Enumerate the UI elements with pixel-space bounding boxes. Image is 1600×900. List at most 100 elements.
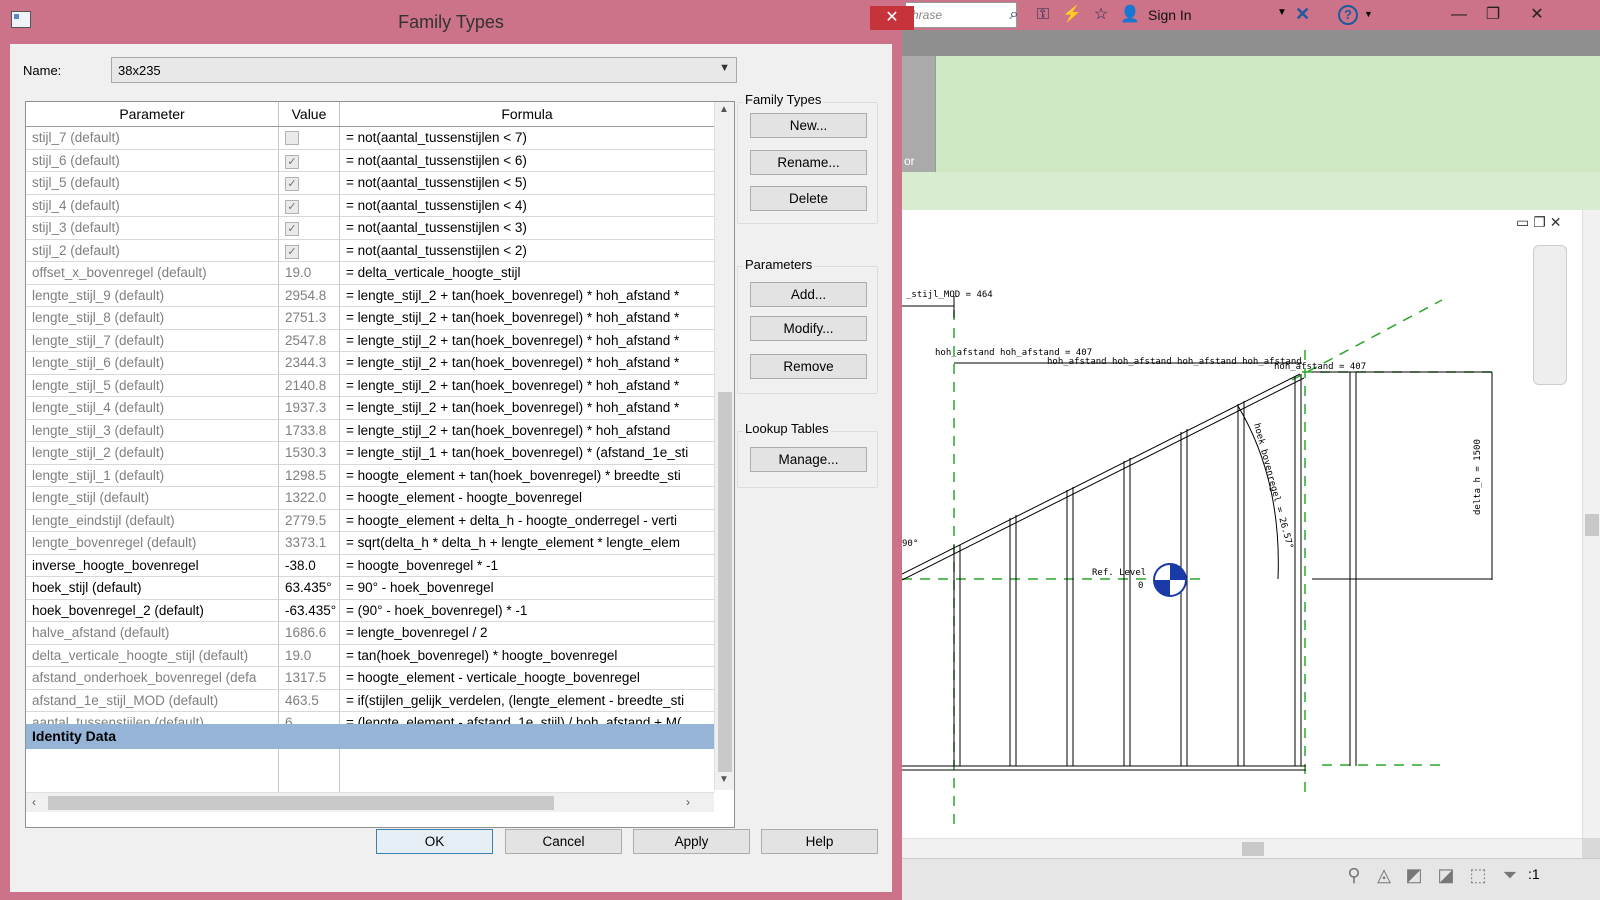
sign-in-link[interactable]: Sign In [1148,7,1192,23]
parameter-name-cell[interactable]: lengte_stijl (default) [26,487,279,509]
pin-icon[interactable]: ⚲ [1342,863,1366,887]
parameter-name-cell[interactable]: stijl_5 (default) [26,172,279,194]
binoculars-icon[interactable]: ⌕ [1004,5,1024,25]
help-button[interactable]: Help [761,829,878,854]
parameter-formula-cell[interactable]: = hoogte_bovenregel * -1 [340,555,714,577]
apply-button[interactable]: Apply [633,829,750,854]
parameter-value-cell[interactable]: 2751.3 [279,307,340,329]
parameter-formula-cell[interactable]: = not(aantal_tussenstijlen < 2) [340,240,714,262]
underlay-select-icon[interactable]: ◩ [1402,863,1426,887]
parameter-value-cell[interactable]: ✓ [279,194,340,217]
parameter-name-cell[interactable]: afstand_1e_stijl_MOD (default) [26,689,279,712]
parameter-value-cell[interactable]: 2140.8 [279,374,340,397]
parameter-row[interactable]: lengte_stijl_5 (default) 2140.8 = lengte_s… [26,374,714,397]
parameter-name-cell[interactable]: stijl_2 (default) [26,239,279,262]
parameter-name-cell[interactable]: lengte_stijl_9 (default) [26,284,279,307]
parameter-value-cell[interactable]: 1530.3 [279,442,340,464]
parameter-checkbox[interactable]: ✓ [285,154,299,169]
parameter-value-cell[interactable]: ✓ [279,172,340,194]
parameter-value-cell[interactable]: 19.0 [279,262,340,284]
grid-horizontal-scrollbar[interactable]: ‹ › [26,792,714,812]
parameter-value-cell[interactable]: 63.435° [279,577,340,599]
parameter-formula-cell[interactable]: = sqrt(delta_h * delta_h + lengte_elemen… [340,532,714,554]
cancel-button[interactable]: Cancel [505,829,622,854]
key-icon[interactable]: ⚿ [1033,5,1053,25]
column-header-formula[interactable]: Formula [340,102,714,126]
parameter-formula-cell[interactable]: = lengte_stijl_2 + tan(hoek_bovenregel) … [340,330,714,352]
parameter-formula-cell[interactable]: = lengte_stijl_2 + tan(hoek_bovenregel) … [340,352,714,374]
parameter-formula-cell[interactable]: = lengte_stijl_2 + tan(hoek_bovenregel) … [340,375,714,397]
delete-type-button[interactable]: Delete [750,186,867,211]
parameter-name-cell[interactable]: stijl_4 (default) [26,194,279,217]
parameter-formula-cell[interactable]: = not(aantal_tussenstijlen < 6) [340,150,714,172]
parameter-name-cell[interactable]: lengte_stijl_8 (default) [26,307,279,329]
parameter-row[interactable]: stijl_5 (default) ✓ = not(aantal_tussensti… [26,172,714,195]
parameter-formula-cell[interactable]: = not(aantal_tussenstijlen < 3) [340,217,714,239]
parameter-value-cell[interactable]: 2954.8 [279,284,340,307]
parameter-name-cell[interactable]: lengte_stijl_6 (default) [26,352,279,374]
parameter-row[interactable]: hoek_stijl (default) 63.435° = 90° - hoek_… [26,577,714,600]
help-icon[interactable]: ? [1338,5,1358,25]
parameter-value-cell[interactable]: 1317.5 [279,667,340,689]
remove-parameter-button[interactable]: Remove [750,354,867,379]
parameter-name-cell[interactable]: offset_x_bovenregel (default) [26,262,279,284]
parameter-checkbox[interactable]: ✓ [285,177,299,191]
parameter-formula-cell[interactable]: = lengte_stijl_2 + tan(hoek_bovenregel) … [340,420,714,442]
view-hscroll-thumb[interactable] [1242,842,1264,856]
rename-type-button[interactable]: Rename... [750,150,867,175]
modify-parameter-button[interactable]: Modify... [750,316,867,341]
parameter-value-cell[interactable]: 2779.5 [279,509,340,532]
parameter-formula-cell[interactable]: = hoogte_element - verticale_hoogte_bove… [340,667,714,689]
link-select-icon[interactable]: ◬ [1372,863,1396,887]
grid-vertical-scrollbar[interactable]: ▲ ▼ [714,102,734,790]
view-horizontal-scrollbar[interactable] [902,838,1582,858]
parameter-formula-cell[interactable]: = not(aantal_tussenstijlen < 4) [340,195,714,217]
parameter-checkbox[interactable]: ✓ [285,244,299,259]
parameter-name-cell[interactable]: lengte_eindstijl (default) [26,509,279,532]
scroll-left-icon[interactable]: ‹ [32,795,36,809]
parameter-row[interactable]: offset_x_bovenregel (default) 19.0 = delta… [26,262,714,285]
chevron-down-icon[interactable]: ▼ [719,62,730,74]
parameter-row[interactable]: lengte_stijl_6 (default) 2344.3 = lengte_s… [26,352,714,375]
parameter-name-cell[interactable]: lengte_stijl_2 (default) [26,442,279,464]
parameter-value-cell[interactable]: 1733.8 [279,419,340,442]
parameter-formula-cell[interactable]: = lengte_bovenregel / 2 [340,622,714,644]
parameter-formula-cell[interactable]: = hoogte_element + delta_h - hoogte_onde… [340,510,714,532]
parameter-formula-cell[interactable]: = not(aantal_tussenstijlen < 5) [340,172,714,194]
parameter-name-cell[interactable]: lengte_stijl_1 (default) [26,464,279,487]
parameter-row[interactable]: inverse_hoogte_bovenregel -38.0 = hoogte_b… [26,554,714,577]
parameter-row[interactable]: afstand_1e_stijl_MOD (default) 463.5 = if(… [26,689,714,712]
parameter-row[interactable]: lengte_stijl_3 (default) 1733.8 = lengte_s… [26,419,714,442]
parameter-formula-cell[interactable]: = 90° - hoek_bovenregel [340,577,714,599]
parameter-row[interactable]: lengte_stijl_4 (default) 1937.3 = lengte_s… [26,397,714,420]
star-icon[interactable]: ☆ [1091,5,1111,25]
view-window-controls[interactable]: ▭❐✕ [1516,214,1566,231]
parameter-name-cell[interactable]: afstand_onderhoek_bovenregel (defa [26,667,279,689]
parameter-row[interactable]: stijl_2 (default) ✓ = not(aantal_tussensti… [26,239,714,262]
parameter-row[interactable]: stijl_3 (default) ✓ = not(aantal_tussensti… [26,217,714,240]
minimize-icon[interactable]: — [1444,3,1474,27]
parameter-name-cell[interactable]: lengte_stijl_4 (default) [26,397,279,419]
parameter-row[interactable]: lengte_stijl_2 (default) 1530.3 = lengte_s… [26,442,714,465]
search-input[interactable]: hrase [905,2,1017,28]
parameter-value-cell[interactable]: 19.0 [279,644,340,667]
parameter-name-cell[interactable]: halve_afstand (default) [26,622,279,644]
parameter-name-cell[interactable]: stijl_3 (default) [26,217,279,239]
parameter-value-cell[interactable]: ✓ [279,217,340,239]
help-dropdown-icon[interactable]: ▼ [1364,9,1373,19]
parameter-value-cell[interactable]: -63.435° [279,599,340,622]
parameter-row[interactable]: lengte_bovenregel (default) 3373.1 = sqrt(… [26,532,714,555]
parameter-formula-cell[interactable]: = if(stijlen_gelijk_verdelen, (lengte_el… [340,690,714,712]
parameter-value-cell[interactable]: ✓ [279,239,340,262]
parameter-name-cell[interactable]: delta_verticale_hoogte_stijl (default) [26,644,279,667]
parameter-formula-cell[interactable]: = lengte_stijl_2 + tan(hoek_bovenregel) … [340,307,714,329]
parameter-formula-cell[interactable]: = lengte_stijl_2 + tan(hoek_bovenregel) … [340,285,714,307]
view-vscroll-thumb[interactable] [1585,514,1599,536]
parameter-formula-cell[interactable]: = lengte_stijl_2 + tan(hoek_bovenregel) … [340,397,714,419]
column-header-value[interactable]: Value [279,102,340,126]
scroll-right-icon[interactable]: › [686,795,690,809]
parameter-value-cell[interactable]: 3373.1 [279,532,340,554]
parameter-value-cell[interactable] [279,127,340,149]
parameter-formula-cell[interactable]: = lengte_stijl_1 + tan(hoek_bovenregel) … [340,442,714,464]
parameter-formula-cell[interactable]: = delta_verticale_hoogte_stijl [340,262,714,284]
